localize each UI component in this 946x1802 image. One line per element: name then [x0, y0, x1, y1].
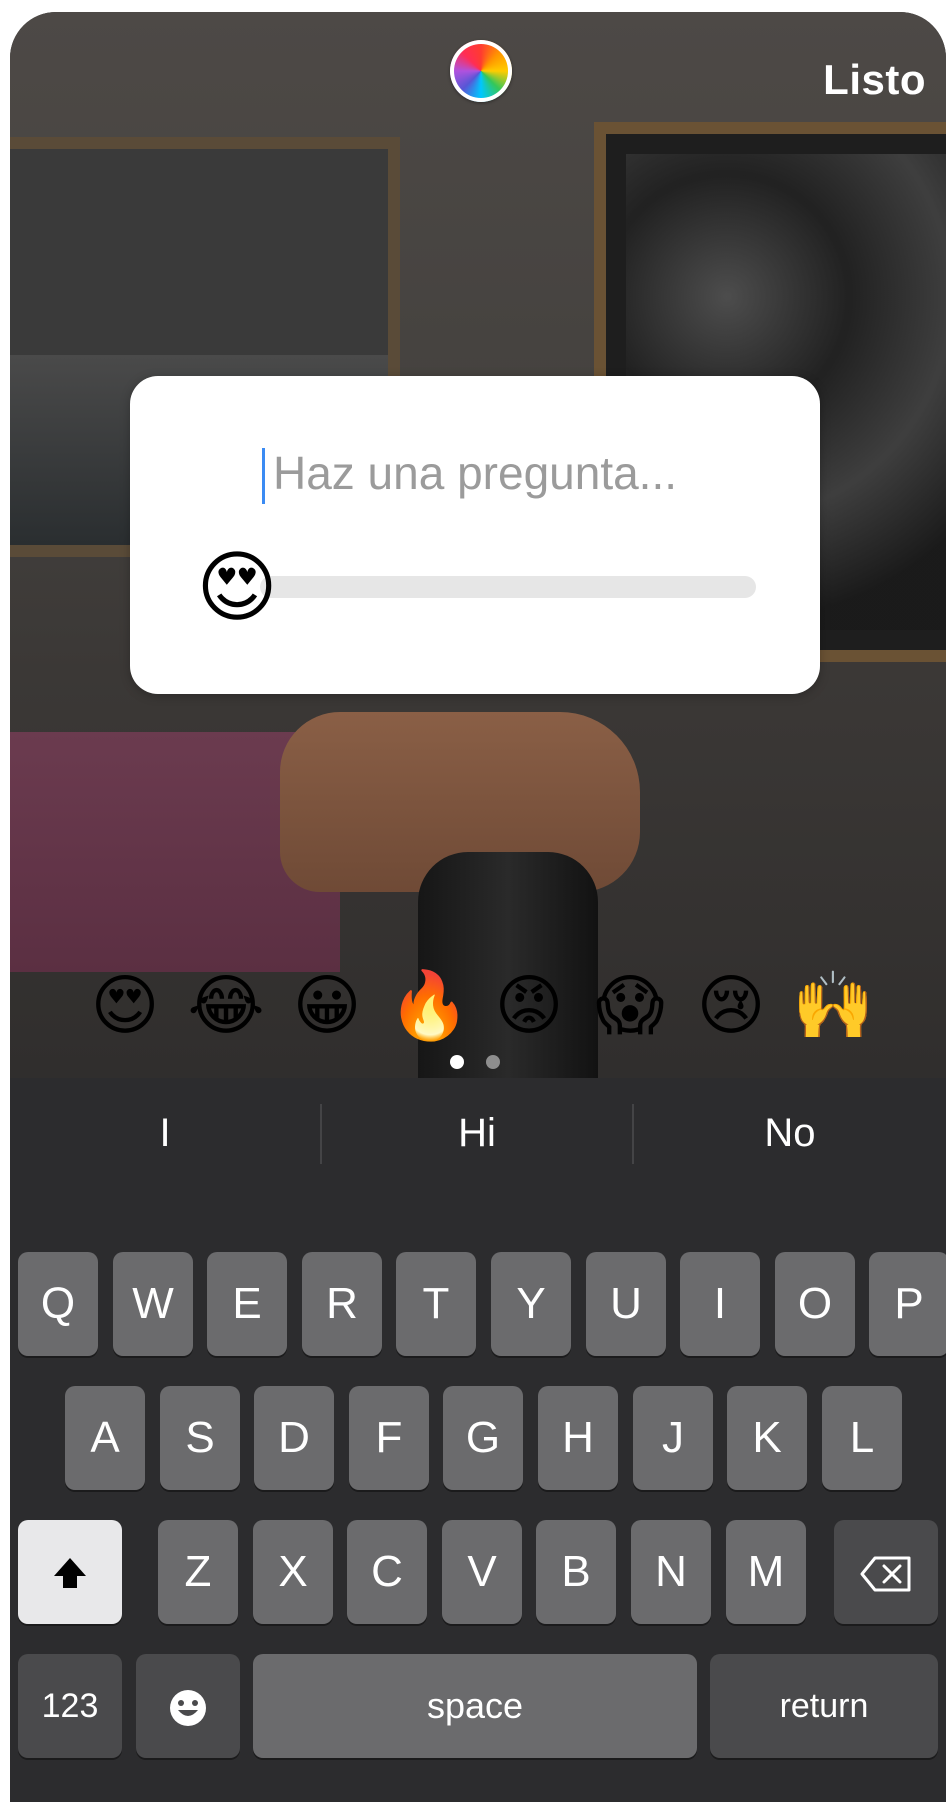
key-u[interactable]: U: [586, 1252, 666, 1356]
key-g[interactable]: G: [443, 1386, 523, 1490]
space-key[interactable]: space: [253, 1654, 697, 1758]
emoji-option-screaming[interactable]: 😱: [590, 965, 670, 1045]
key-v[interactable]: V: [442, 1520, 522, 1624]
key-m[interactable]: M: [726, 1520, 806, 1624]
key-l[interactable]: L: [822, 1386, 902, 1490]
key-p[interactable]: P: [869, 1252, 946, 1356]
key-h[interactable]: H: [538, 1386, 618, 1490]
emoji-option-heart-eyes[interactable]: 😍: [85, 965, 165, 1045]
emoji-slider-sticker[interactable]: Haz una pregunta... 😍: [130, 376, 820, 694]
key-j[interactable]: J: [633, 1386, 713, 1490]
suggestion-3[interactable]: No: [634, 1078, 946, 1188]
story-editor-screen: Listo Haz una pregunta... 😍 😍 😂 😀 🔥 😡 😱 😢 🙌 I H…: [10, 12, 946, 1802]
key-o[interactable]: O: [775, 1252, 855, 1356]
suggestion-bar: I Hi No: [10, 1078, 946, 1188]
key-s[interactable]: S: [160, 1386, 240, 1490]
suggestion-1[interactable]: I: [10, 1078, 320, 1188]
emoji-option-fire[interactable]: 🔥: [388, 965, 470, 1045]
slider-track[interactable]: [260, 576, 756, 598]
key-k[interactable]: K: [727, 1386, 807, 1490]
shift-arrow-icon: [54, 1558, 86, 1589]
key-i[interactable]: I: [680, 1252, 760, 1356]
key-w[interactable]: W: [113, 1252, 193, 1356]
app-frame: Listo Haz una pregunta... 😍 😍 😂 😀 🔥 😡 😱 😢 🙌 I H…: [0, 0, 946, 1802]
delete-key[interactable]: [834, 1520, 938, 1624]
emoji-option-crying[interactable]: 😢: [691, 965, 771, 1045]
return-key[interactable]: return: [710, 1654, 938, 1758]
page-dot: [450, 1055, 464, 1069]
key-a[interactable]: A: [65, 1386, 145, 1490]
page-indicator: [450, 1055, 510, 1071]
key-x[interactable]: X: [253, 1520, 333, 1624]
key-q[interactable]: Q: [18, 1252, 98, 1356]
key-d[interactable]: D: [254, 1386, 334, 1490]
color-wheel-icon[interactable]: [450, 40, 512, 102]
emoji-picker-row: 😍 😂 😀 🔥 😡 😱 😢 🙌: [85, 965, 885, 1045]
emoji-face-icon: [170, 1690, 206, 1727]
key-f[interactable]: F: [349, 1386, 429, 1490]
key-z[interactable]: Z: [158, 1520, 238, 1624]
key-n[interactable]: N: [631, 1520, 711, 1624]
emoji-option-grinning[interactable]: 😀: [287, 965, 367, 1045]
emoji-option-tears-of-joy[interactable]: 😂: [186, 965, 266, 1045]
key-c[interactable]: C: [347, 1520, 427, 1624]
page-dot: [486, 1055, 500, 1069]
emoji-key[interactable]: [136, 1654, 240, 1758]
keyboard: I Hi No Q W E R T Y U I O P A S D F G H J K L Z X C V B N M 123 spa…: [10, 1078, 946, 1802]
key-b[interactable]: B: [536, 1520, 616, 1624]
question-input[interactable]: Haz una pregunta...: [130, 446, 820, 500]
suggestion-2[interactable]: Hi: [322, 1078, 632, 1188]
slider-thumb-emoji[interactable]: 😍: [192, 542, 282, 632]
emoji-option-angry[interactable]: 😡: [489, 965, 569, 1045]
key-r[interactable]: R: [302, 1252, 382, 1356]
shift-key[interactable]: [18, 1520, 122, 1624]
key-e[interactable]: E: [207, 1252, 287, 1356]
emoji-option-raised-hands[interactable]: 🙌: [792, 965, 874, 1045]
key-y[interactable]: Y: [491, 1252, 571, 1356]
done-button[interactable]: Listo: [823, 56, 926, 104]
numbers-key[interactable]: 123: [18, 1654, 122, 1758]
key-t[interactable]: T: [396, 1252, 476, 1356]
delete-backspace-icon: [860, 1556, 911, 1592]
